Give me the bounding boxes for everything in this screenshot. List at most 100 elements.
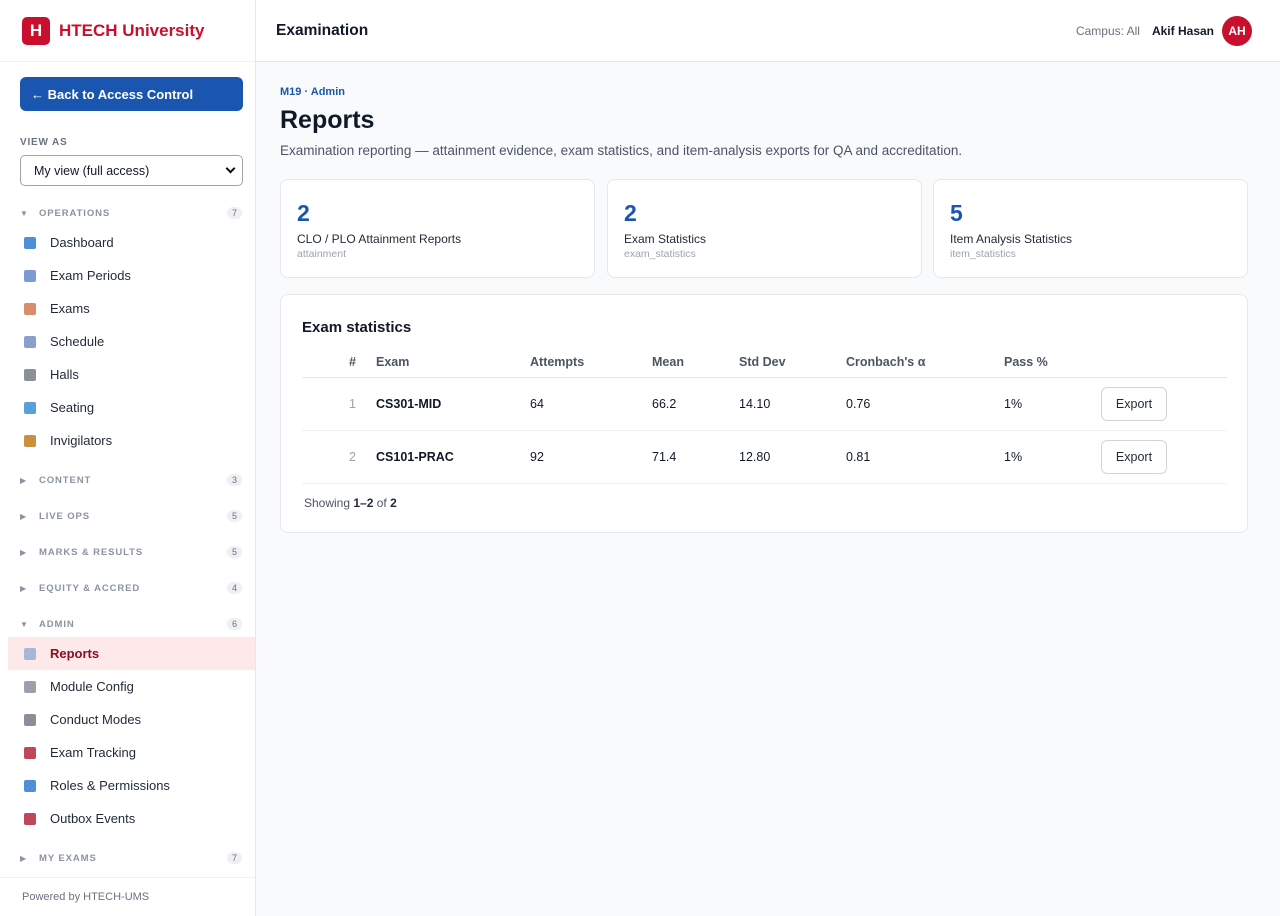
sidebar-item-roles-permissions[interactable]: Roles & Permissions	[8, 769, 255, 802]
sidebar-item-outbox-events[interactable]: Outbox Events	[8, 802, 255, 835]
sidebar-item-exam-tracking[interactable]: Exam Tracking	[8, 736, 255, 769]
sidebar-item-schedule[interactable]: Schedule	[8, 325, 255, 358]
sidebar-item-label: Seating	[50, 400, 95, 415]
bar-chart-icon	[24, 236, 36, 249]
back-button-label: ← Back to Access Control	[31, 86, 194, 102]
sidebar-item-label: Schedule	[50, 334, 105, 349]
stat-label: CLO / PLO Attainment Reports	[297, 232, 462, 246]
nav-group-count: 4	[226, 582, 242, 594]
stat-card-item-statistics[interactable]: 5 Item Analysis Statistics item_statisti…	[933, 179, 1248, 278]
showing-total: 2	[390, 496, 397, 510]
campus-selector[interactable]: Campus: All	[1076, 24, 1140, 38]
nav-group-marks-results[interactable]: ▶ MARKS & RESULTS 5	[8, 539, 255, 565]
stat-card-exam-statistics[interactable]: 2 Exam Statistics exam_statistics	[607, 179, 922, 278]
row-std-dev: 12.80	[739, 450, 771, 464]
row-std-dev: 14.10	[739, 397, 771, 411]
nav-group-admin[interactable]: ▼ ADMIN 6	[8, 611, 255, 637]
sidebar-item-invigilators[interactable]: Invigilators	[8, 424, 255, 457]
table-row: 1 CS301-MID 64 66.2 14.10 0.76 1% Export	[302, 378, 1227, 431]
row-exam: CS301-MID	[376, 397, 442, 411]
sidebar-item-label: Exam Tracking	[50, 745, 136, 760]
nav-gap	[8, 601, 255, 611]
nav-group-label: CONTENT	[39, 474, 92, 486]
row-attempts: 64	[530, 397, 544, 411]
sidebar-item-label: Roles & Permissions	[50, 778, 170, 793]
sidebar-item-label: Reports	[50, 646, 100, 661]
caret-right-icon: ▶	[20, 853, 28, 863]
back-to-access-control-button[interactable]: ← Back to Access Control	[20, 77, 243, 111]
nav-group-content[interactable]: ▶ CONTENT 3	[8, 467, 255, 493]
stat-label: Item Analysis Statistics	[950, 232, 1073, 246]
showing-mid: of	[373, 496, 391, 510]
module-title: Examination	[276, 21, 369, 39]
nav-group-my-exams[interactable]: ▶ MY EXAMS 7	[8, 845, 255, 871]
nav-group-label: LIVE OPS	[39, 510, 91, 522]
breadcrumb: M19 · Admin	[280, 86, 345, 98]
nav-group-operations[interactable]: ▼ OPERATIONS 7	[8, 200, 255, 226]
stat-value: 5	[950, 200, 963, 226]
sidebar-item-conduct-modes[interactable]: Conduct Modes	[8, 703, 255, 736]
stat-value: 2	[297, 200, 310, 226]
user-name[interactable]: Akif Hasan	[1152, 24, 1214, 38]
nav-group-equity-accred[interactable]: ▶ EQUITY & ACCRED 4	[8, 575, 255, 601]
panel-title: Exam statistics	[302, 319, 412, 336]
col-pass[interactable]: Pass %	[1004, 347, 1048, 377]
sidebar: H HTECH University ← Back to Access Cont…	[0, 0, 256, 916]
seat-icon	[24, 401, 36, 414]
nav-group-count: 5	[226, 510, 242, 522]
sidebar-item-seating[interactable]: Seating	[8, 391, 255, 424]
sidebar-item-reports[interactable]: Reports	[8, 637, 255, 670]
sidebar-item-module-config[interactable]: Module Config	[8, 670, 255, 703]
avatar[interactable]: AH	[1222, 15, 1252, 46]
showing-prefix: Showing	[304, 496, 354, 510]
stat-key: item_statistics	[950, 248, 1016, 260]
calendar-icon	[24, 269, 36, 282]
stat-value: 2	[624, 200, 637, 226]
row-index: 2	[349, 450, 356, 464]
nav-group-label: MARKS & RESULTS	[39, 546, 144, 558]
clipboard-icon	[24, 302, 36, 315]
nav-group-count: 7	[226, 852, 242, 864]
page-title: Reports	[280, 106, 375, 134]
view-as-label: VIEW AS	[20, 137, 68, 148]
export-button[interactable]: Export	[1101, 440, 1167, 474]
export-button[interactable]: Export	[1101, 387, 1167, 421]
stat-card-attainment[interactable]: 2 CLO / PLO Attainment Reports attainmen…	[280, 179, 595, 278]
caret-right-icon: ▶	[20, 475, 28, 485]
nav-group-count: 7	[226, 207, 242, 219]
caret-right-icon: ▶	[20, 511, 28, 521]
view-as-value: My view (full access)	[34, 163, 150, 178]
sidebar-item-exams[interactable]: Exams	[8, 292, 255, 325]
powered-by: Powered by HTECH-UMS	[0, 877, 255, 916]
sidebar-nav: ▼ OPERATIONS 7 Dashboard Exam Periods Exams Sc…	[8, 200, 255, 881]
col-exam[interactable]: Exam	[376, 347, 409, 377]
brand[interactable]: H HTECH University	[0, 0, 255, 62]
col-std-dev[interactable]: Std Dev	[739, 347, 786, 377]
table-row: 2 CS101-PRAC 92 71.4 12.80 0.81 1% Expor…	[302, 431, 1227, 484]
stat-label: Exam Statistics	[624, 232, 707, 246]
shield-icon	[24, 779, 36, 792]
caret-down-icon: ▼	[20, 208, 29, 218]
nav-group-count: 3	[226, 474, 242, 486]
col-mean[interactable]: Mean	[652, 347, 684, 377]
sidebar-item-dashboard[interactable]: Dashboard	[8, 226, 255, 259]
row-action: Export	[1101, 431, 1167, 483]
sidebar-item-exam-periods[interactable]: Exam Periods	[8, 259, 255, 292]
row-pass: 1%	[1004, 450, 1023, 464]
col-attempts[interactable]: Attempts	[530, 347, 584, 377]
caret-down-icon: ▼	[20, 619, 29, 629]
col-cronbach[interactable]: Cronbach's α	[846, 347, 925, 377]
sidebar-item-label: Dashboard	[50, 235, 114, 250]
row-mean: 66.2	[652, 397, 677, 411]
sidebar-item-label: Outbox Events	[50, 811, 136, 826]
calendar-icon	[24, 335, 36, 348]
row-index: 1	[349, 397, 356, 411]
nav-group-live-ops[interactable]: ▶ LIVE OPS 5	[8, 503, 255, 529]
brand-logo: H	[22, 16, 50, 45]
sidebar-item-halls[interactable]: Halls	[8, 358, 255, 391]
row-cronbach: 0.81	[846, 450, 871, 464]
view-as-select[interactable]: My view (full access)	[20, 155, 243, 186]
row-cronbach: 0.76	[846, 397, 871, 411]
building-icon	[24, 368, 36, 381]
stat-key: exam_statistics	[624, 248, 696, 260]
